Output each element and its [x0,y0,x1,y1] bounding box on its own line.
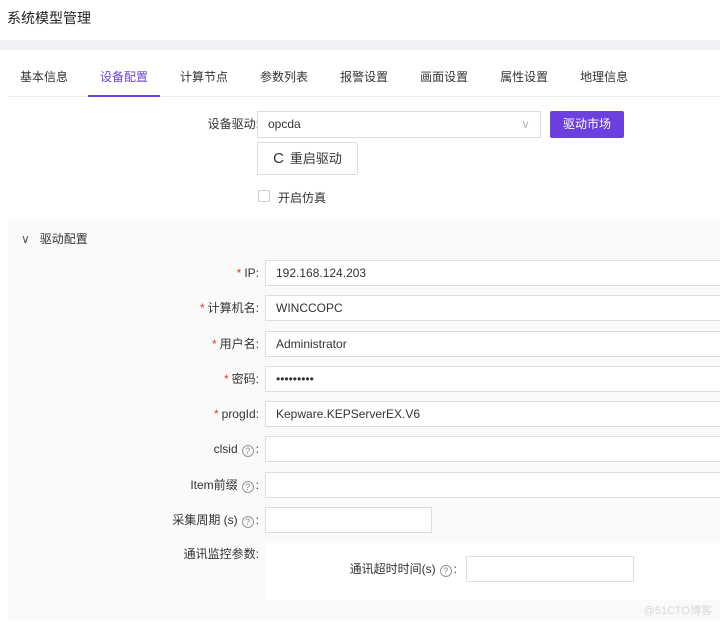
help-icon[interactable]: ? [439,565,452,577]
section-title: 驱动配置 [39,232,88,246]
field-label: * 用户名: [9,331,259,357]
field-label-text: 用户名: [219,337,259,351]
field-label-text: clsid [213,442,238,456]
colon: : [255,478,259,492]
required-mark: * [213,407,219,421]
chevron-down-icon: ∨ [21,232,30,246]
field-label: Item前缀?: [9,472,259,498]
field-input[interactable]: WINCCOPC [265,295,720,321]
field-label: * 计算机名: [9,295,259,321]
field-label-text: Item前缀 [190,478,238,492]
field-label-text: 密码: [231,372,259,386]
help-icon[interactable]: ? [241,445,254,457]
monitor-box: 通讯超时时间(s)?: [265,543,720,600]
collapse-header[interactable]: ∨ 驱动配置 [21,230,88,247]
watermark: @51CTO博客 [643,605,712,617]
required-mark: * [199,301,205,315]
driver-label: 设备驱动: [207,117,259,131]
required-mark: * [236,266,242,280]
driver-select-value: opcda [268,117,301,131]
required-mark: * [223,372,229,386]
tab-1[interactable]: 设备配置 [88,58,161,97]
driver-select[interactable]: opcda ∨ [257,111,541,138]
field-input[interactable] [265,436,720,462]
field-label: * progId: [9,401,259,427]
timeout-label-text: 通讯超时时间(s) [349,562,436,576]
field-label: * IP: [9,260,259,286]
field-label: * 密码: [9,366,259,392]
simulate-label: 开启仿真 [278,191,327,205]
colon: : [255,442,259,456]
divider-band [0,40,720,50]
required-mark: * [211,337,217,351]
colon: : [255,513,259,527]
field-input[interactable]: ••••••••• [265,366,720,392]
colon: : [453,562,457,576]
simulate-checkbox[interactable] [258,190,270,202]
field-input[interactable] [265,507,432,533]
chevron-down-icon: ∨ [521,117,530,131]
tab-6[interactable]: 属性设置 [488,58,560,97]
page-title: 系统模型管理 [7,10,91,26]
tab-7[interactable]: 地理信息 [568,58,640,97]
driver-market-button[interactable]: 驱动市场 [550,111,624,138]
tab-bar: 基本信息 设备配置 计算节点 参数列表 报警设置 画面设置 属性设置 地理信息 [8,58,720,97]
timeout-input[interactable] [466,556,634,582]
field-label-text: progId: [221,407,259,421]
field-input[interactable]: Administrator [265,331,720,357]
field-input[interactable] [265,472,720,498]
field-label: clsid?: [9,436,259,462]
tab-2[interactable]: 计算节点 [168,58,240,97]
field-label-text: 计算机名: [207,301,259,315]
timeout-label: 通讯超时时间(s)?: [350,556,457,582]
help-icon[interactable]: ? [241,516,254,528]
tab-4[interactable]: 报警设置 [328,58,400,97]
tab-5[interactable]: 画面设置 [408,58,480,97]
restart-driver-button[interactable]: C 重启驱动 [257,142,358,175]
restart-driver-label: 重启驱动 [289,151,342,166]
field-label-text: 采集周期 (s) [172,513,238,527]
field-input[interactable]: 192.168.124.203 [265,260,720,286]
tab-3[interactable]: 参数列表 [248,58,320,97]
monitor-label: 通讯监控参数: [183,547,259,561]
tab-0[interactable]: 基本信息 [8,58,80,97]
field-label: 采集周期 (s)?: [9,507,259,533]
field-label-text: IP: [244,266,259,280]
field-input[interactable]: Kepware.KEPServerEX.V6 [265,401,720,427]
refresh-icon: C [273,150,284,167]
help-icon[interactable]: ? [241,481,254,493]
